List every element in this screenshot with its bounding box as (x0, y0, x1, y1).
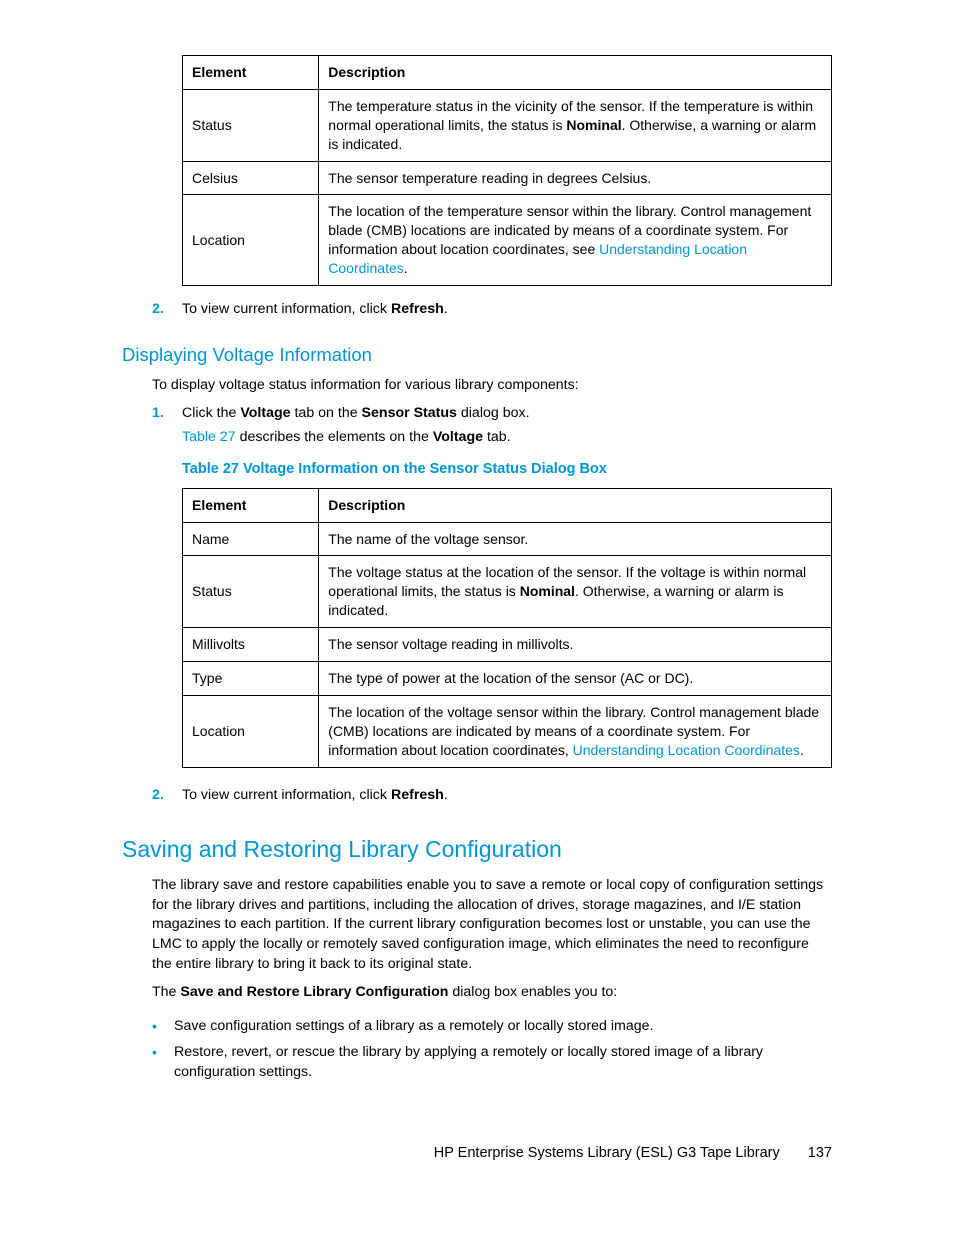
table-row: Type The type of power at the location o… (183, 662, 832, 696)
footer-title: HP Enterprise Systems Library (ESL) G3 T… (434, 1145, 780, 1161)
list-item: • Save configuration settings of a libra… (152, 1017, 832, 1037)
table-row: Element Description (183, 488, 832, 522)
voltage-info-heading: Displaying Voltage Information (122, 342, 832, 368)
table-row: Name The name of the voltage sensor. (183, 522, 832, 556)
page-footer: HP Enterprise Systems Library (ESL) G3 T… (434, 1143, 832, 1163)
save-restore-heading: Saving and Restoring Library Configurati… (122, 833, 832, 865)
bullet-list: • Save configuration settings of a libra… (152, 1017, 832, 1083)
list-item: 2. To view current information, click Re… (152, 786, 832, 806)
temperature-table: Element Description Status The temperatu… (182, 55, 832, 286)
table-row: Location The location of the temperature… (183, 195, 832, 286)
table-cell-element: Type (183, 662, 319, 696)
table-cell-element: Celsius (183, 161, 319, 195)
table-header-description: Description (319, 488, 832, 522)
bullet-icon: • (152, 1017, 174, 1037)
table-row: Status The temperature status in the vic… (183, 89, 832, 161)
table-row: Celsius The sensor temperature reading i… (183, 161, 832, 195)
table-cell-element: Millivolts (183, 628, 319, 662)
document-page: Element Description Status The temperatu… (0, 0, 954, 1235)
table-cell-element: Status (183, 89, 319, 161)
bullet-icon: • (152, 1043, 174, 1083)
list-item: 1. Click the Voltage tab on the Sensor S… (152, 404, 832, 782)
table-cell-description: The location of the voltage sensor withi… (319, 695, 832, 767)
voltage-table: Element Description Name The name of the… (182, 488, 832, 768)
voltage-intro-paragraph: To display voltage status information fo… (152, 376, 832, 396)
table-cell-element: Name (183, 522, 319, 556)
table-cell-description: The sensor voltage reading in millivolts… (319, 628, 832, 662)
table-row: Status The voltage status at the locatio… (183, 556, 832, 628)
table-cell-description: The location of the temperature sensor w… (319, 195, 832, 286)
table27-caption: Table 27 Voltage Information on the Sens… (182, 459, 832, 479)
table-cell-element: Location (183, 695, 319, 767)
table-cell-description: The name of the voltage sensor. (319, 522, 832, 556)
save-restore-paragraph: The library save and restore capabilitie… (152, 876, 832, 975)
list-item: 2. To view current information, click Re… (152, 300, 832, 320)
table-header-description: Description (319, 56, 832, 90)
list-item: • Restore, revert, or rescue the library… (152, 1043, 832, 1083)
list-marker: 1. (152, 404, 182, 782)
table-row: Location The location of the voltage sen… (183, 695, 832, 767)
table-header-element: Element (183, 488, 319, 522)
table27-link[interactable]: Table 27 (182, 429, 236, 445)
location-coordinates-link[interactable]: Understanding Location Coordinates (573, 742, 800, 758)
table-cell-element: Location (183, 195, 319, 286)
table-row: Element Description (183, 56, 832, 90)
list-marker: 2. (152, 300, 182, 320)
page-number: 137 (808, 1143, 832, 1163)
save-restore-enables-paragraph: The Save and Restore Library Configurati… (152, 983, 832, 1003)
table-header-element: Element (183, 56, 319, 90)
list-marker: 2. (152, 786, 182, 806)
table-cell-element: Status (183, 556, 319, 628)
table-cell-description: The type of power at the location of the… (319, 662, 832, 696)
table-cell-description: The voltage status at the location of th… (319, 556, 832, 628)
table-cell-description: The sensor temperature reading in degree… (319, 161, 832, 195)
table-cell-description: The temperature status in the vicinity o… (319, 89, 832, 161)
table-row: Millivolts The sensor voltage reading in… (183, 628, 832, 662)
